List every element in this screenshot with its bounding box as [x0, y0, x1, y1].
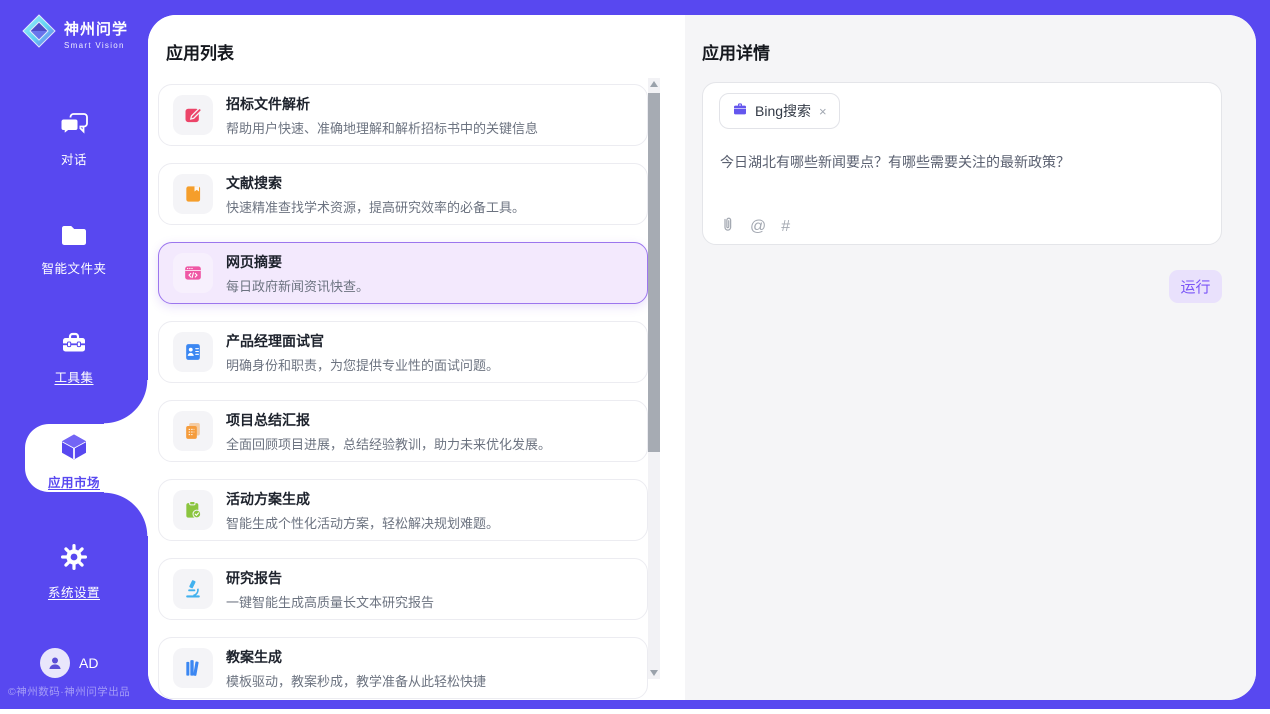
user-initials: AD — [79, 655, 98, 671]
sidebar-item-label: 应用市场 — [0, 472, 148, 491]
app-list-title: 应用列表 — [166, 39, 234, 64]
microscope-icon — [173, 569, 213, 609]
app-card-lesson-plan[interactable]: 教案生成 模板驱动，教案秒成，教学准备从此轻松快捷 — [158, 637, 648, 699]
app-card-web-summary[interactable]: 网页摘要 每日政府新闻资讯快查。 — [158, 242, 648, 304]
app-desc: 模板驱动，教案秒成，教学准备从此轻松快捷 — [226, 671, 486, 690]
app-cards: 招标文件解析 帮助用户快速、准确地理解和解析招标书中的关键信息 文献搜索 快速精… — [158, 84, 648, 700]
app-detail-panel: 应用详情 Bing搜索 × 今日湖北有哪些新闻要点？有哪些需要关注的最新政策？ — [685, 15, 1256, 700]
close-icon[interactable]: × — [819, 104, 827, 119]
chat-icon — [59, 112, 89, 142]
app-card-literature-search[interactable]: 文献搜索 快速精准查找学术资源，提高研究效率的必备工具。 — [158, 163, 648, 225]
book-icon — [173, 174, 213, 214]
brand-logo: 神州问学 Smart Vision — [21, 13, 128, 54]
list-scrollbar[interactable] — [648, 78, 660, 679]
query-text[interactable]: 今日湖北有哪些新闻要点？有哪些需要关注的最新政策？ — [720, 152, 1200, 172]
copyright-footer: ©神州数码·神州问学出品 — [8, 684, 130, 699]
app-desc: 帮助用户快速、准确地理解和解析招标书中的关键信息 — [226, 118, 538, 137]
edit-document-icon — [173, 95, 213, 135]
app-card-research-report[interactable]: 研究报告 一键智能生成高质量长文本研究报告 — [158, 558, 648, 620]
sidebar-item-label: 智能文件夹 — [0, 258, 148, 277]
brand-name: 神州问学 — [64, 18, 128, 39]
app-name: 研究报告 — [226, 568, 434, 588]
toolbox-icon — [60, 329, 88, 359]
copy-docs-icon — [173, 411, 213, 451]
app-name: 项目总结汇报 — [226, 410, 551, 430]
books-icon — [173, 648, 213, 688]
app-name: 文献搜索 — [226, 173, 525, 193]
gear-icon — [59, 542, 89, 572]
main-container: 应用列表 招标文件解析 帮助用户快速、准确地理解和解析招标书中的关键信息 — [148, 15, 1256, 700]
sidebar: 神州问学 Smart Vision 对话 智 — [0, 0, 148, 709]
input-toolbar: @ # — [720, 216, 790, 238]
app-desc: 每日政府新闻资讯快查。 — [226, 276, 369, 295]
prompt-input-card[interactable]: Bing搜索 × 今日湖北有哪些新闻要点？有哪些需要关注的最新政策？ @ # — [702, 82, 1222, 245]
cube-icon — [59, 432, 89, 462]
bubble-corner-bottom — [104, 492, 148, 536]
app-desc: 明确身份和职责，为您提供专业性的面试问题。 — [226, 355, 499, 374]
scroll-up-icon[interactable] — [650, 81, 658, 87]
web-code-icon — [173, 253, 213, 293]
app-desc: 快速精准查找学术资源，提高研究效率的必备工具。 — [226, 197, 525, 216]
app-card-project-summary[interactable]: 项目总结汇报 全面回顾项目进展，总结经验教训，助力未来优化发展。 — [158, 400, 648, 462]
run-button[interactable]: 运行 — [1169, 270, 1222, 303]
app-card-bid-parse[interactable]: 招标文件解析 帮助用户快速、准确地理解和解析招标书中的关键信息 — [158, 84, 648, 146]
hashtag-icon[interactable]: # — [781, 218, 790, 236]
app-desc: 全面回顾项目进展，总结经验教训，助力未来优化发展。 — [226, 434, 551, 453]
resume-icon — [173, 332, 213, 372]
app-name: 产品经理面试官 — [226, 331, 499, 351]
tool-chip-label: Bing搜索 — [755, 101, 811, 121]
sidebar-item-label: 系统设置 — [0, 582, 148, 601]
diamond-logo-icon — [21, 13, 57, 54]
scrollbar-thumb[interactable] — [648, 93, 660, 452]
app-background: 神州问学 Smart Vision 对话 智 — [0, 0, 1270, 709]
avatar — [40, 648, 70, 678]
bubble-corner-top — [104, 380, 148, 424]
app-desc: 智能生成个性化活动方案，轻松解决规划难题。 — [226, 513, 499, 532]
brand-subtitle: Smart Vision — [64, 41, 128, 50]
app-name: 招标文件解析 — [226, 94, 538, 114]
clipboard-check-icon — [173, 490, 213, 530]
app-card-pm-interviewer[interactable]: 产品经理面试官 明确身份和职责，为您提供专业性的面试问题。 — [158, 321, 648, 383]
app-name: 活动方案生成 — [226, 489, 499, 509]
sidebar-item-label: 对话 — [0, 149, 148, 168]
briefcase-icon — [732, 101, 748, 122]
user-account[interactable]: AD — [40, 648, 98, 678]
app-name: 教案生成 — [226, 647, 486, 667]
folder-icon — [60, 222, 88, 252]
sidebar-item-smart-folder[interactable]: 智能文件夹 — [0, 222, 148, 277]
attachment-icon[interactable] — [720, 216, 735, 238]
app-list-panel: 应用列表 招标文件解析 帮助用户快速、准确地理解和解析招标书中的关键信息 — [148, 15, 685, 700]
sidebar-item-chat[interactable]: 对话 — [0, 112, 148, 168]
app-name: 网页摘要 — [226, 252, 369, 272]
sidebar-item-settings[interactable]: 系统设置 — [0, 542, 148, 601]
sidebar-item-toolbox[interactable]: 工具集 — [0, 329, 148, 386]
app-detail-title: 应用详情 — [702, 39, 770, 64]
tool-chip-bing-search[interactable]: Bing搜索 × — [719, 93, 840, 129]
mention-icon[interactable]: @ — [750, 218, 766, 236]
sidebar-item-app-market[interactable]: 应用市场 — [0, 432, 148, 491]
scroll-down-icon[interactable] — [650, 670, 658, 676]
app-card-event-plan[interactable]: 活动方案生成 智能生成个性化活动方案，轻松解决规划难题。 — [158, 479, 648, 541]
sidebar-item-label: 工具集 — [0, 367, 148, 386]
app-desc: 一键智能生成高质量长文本研究报告 — [226, 592, 434, 611]
